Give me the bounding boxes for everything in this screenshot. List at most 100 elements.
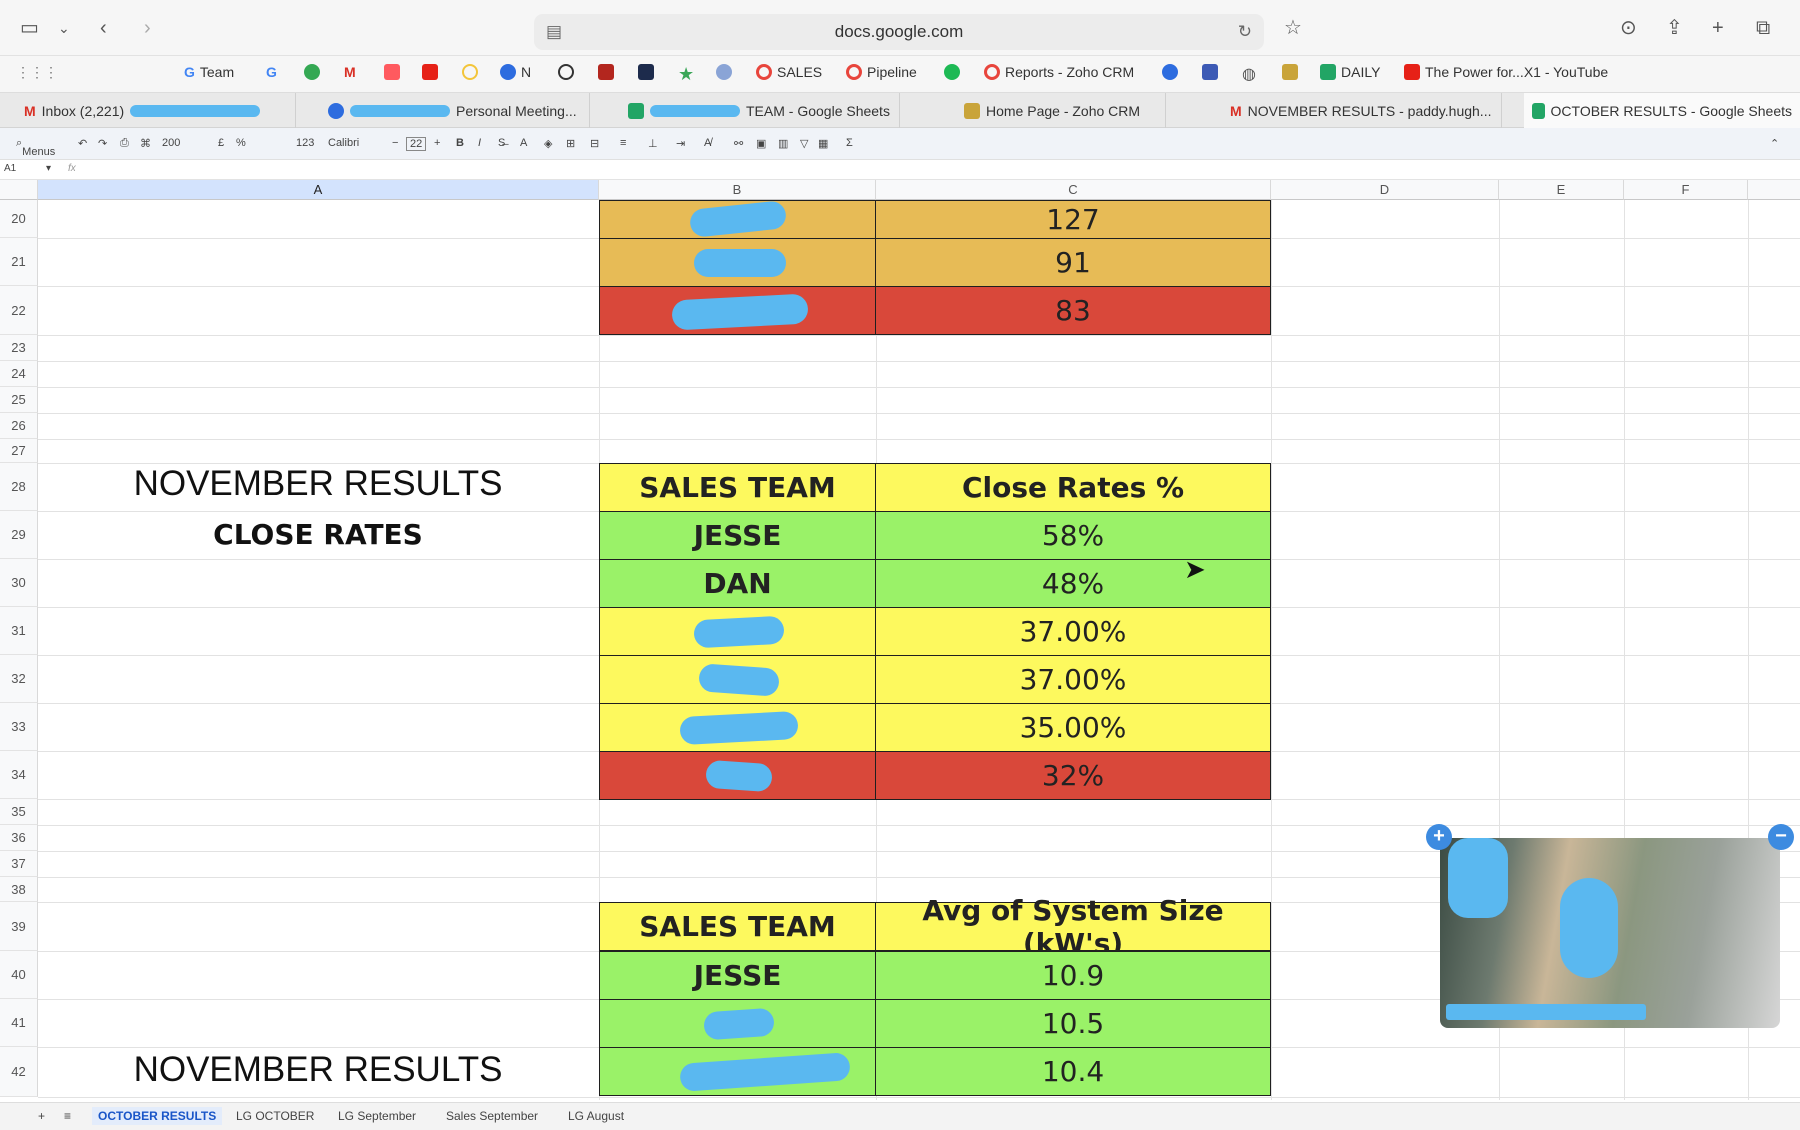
tab-personal-meeting[interactable]: Personal Meeting... <box>320 93 590 128</box>
row-header[interactable]: 23 <box>0 335 38 361</box>
merge-icon[interactable]: ⊟ <box>590 137 599 150</box>
bookmark-youtube-power[interactable]: The Power for...X1 - YouTube <box>1404 64 1608 80</box>
row-header[interactable]: 28 <box>0 463 38 511</box>
system-size-cell[interactable]: 10.9 <box>875 951 1271 1000</box>
address-bar[interactable]: ▤ docs.google.com ↻ <box>534 14 1264 50</box>
team-name-cell[interactable] <box>599 655 876 704</box>
sheet-tab-lg-september[interactable]: LG September <box>338 1109 416 1123</box>
redo-icon[interactable]: ↷ <box>98 137 107 150</box>
reload-icon[interactable]: ↻ <box>1238 14 1252 50</box>
bookmark-pipeline[interactable]: Pipeline <box>846 64 917 80</box>
row-header[interactable]: 22 <box>0 286 38 335</box>
column-header-f[interactable]: F <box>1624 180 1748 200</box>
bookmark-circle[interactable] <box>462 64 478 80</box>
close-rate-cell[interactable]: 32% <box>875 751 1271 800</box>
valign-icon[interactable]: ⊥ <box>648 137 658 150</box>
tab-team-sheets[interactable]: TEAM - Google Sheets <box>620 93 900 128</box>
bookmark-zoom-n[interactable]: N <box>500 64 531 80</box>
bookmark-maps[interactable] <box>304 64 320 80</box>
column-header-g[interactable] <box>1748 180 1800 200</box>
filter-icon[interactable]: ▽ <box>800 137 808 150</box>
percent-button[interactable]: % <box>236 137 246 149</box>
value-cell[interactable]: 127 <box>875 200 1271 239</box>
new-tab-icon[interactable]: + <box>1712 16 1724 40</box>
close-rate-cell[interactable]: 48% <box>875 559 1271 608</box>
bookmark-gmail[interactable]: M <box>344 64 356 80</box>
sidebar-toggle-icon[interactable]: ▭ <box>20 16 39 40</box>
sheet-tab-lg-august[interactable]: LG August <box>568 1109 624 1123</box>
zoom-select[interactable]: 200 <box>162 137 180 149</box>
undo-icon[interactable]: ↶ <box>78 137 87 150</box>
print-icon[interactable]: ⎙ <box>120 137 129 150</box>
tab-zoho-home[interactable]: Home Page - Zoho CRM <box>956 93 1166 128</box>
team-name-cell[interactable] <box>599 1047 876 1096</box>
paint-format-icon[interactable]: ⌘ <box>140 137 151 150</box>
number-format-button[interactable]: 123 <box>296 137 314 149</box>
chevron-down-icon[interactable]: ⌄ <box>58 16 70 40</box>
wrap-icon[interactable]: ⇥ <box>676 137 685 150</box>
collapse-toolbar-icon[interactable]: ⌃ <box>1770 137 1779 150</box>
video-expand-icon[interactable]: + <box>1426 824 1452 850</box>
all-sheets-icon[interactable]: ≡ <box>64 1109 71 1123</box>
bookmark-sales[interactable]: SALES <box>756 64 822 80</box>
row-header[interactable]: 30 <box>0 559 38 607</box>
sheet-tab-october-results[interactable]: OCTOBER RESULTS <box>92 1107 223 1125</box>
text-color-icon[interactable]: A <box>520 137 527 149</box>
team-name-cell[interactable] <box>599 999 876 1048</box>
tab-inbox[interactable]: M Inbox (2,221) <box>16 93 296 128</box>
bookmark-openai[interactable] <box>558 64 574 80</box>
chart-icon[interactable]: ▥ <box>778 137 788 150</box>
value-cell[interactable]: 91 <box>875 238 1271 287</box>
bookmark-cube[interactable] <box>1282 64 1298 80</box>
row-header[interactable]: 29 <box>0 511 38 559</box>
row-header[interactable]: 38 <box>0 877 38 902</box>
column-header-e[interactable]: E <box>1499 180 1624 200</box>
row-header[interactable]: 20 <box>0 200 38 238</box>
column-header-c[interactable]: C <box>876 180 1271 200</box>
row-header[interactable]: 36 <box>0 825 38 851</box>
forward-icon[interactable]: › <box>144 16 151 40</box>
team-name-cell[interactable]: JESSE <box>599 951 876 1000</box>
row-header[interactable]: 34 <box>0 751 38 799</box>
row-header[interactable]: 41 <box>0 999 38 1047</box>
bookmark-toolbox[interactable] <box>598 64 614 80</box>
row-header[interactable]: 26 <box>0 413 38 439</box>
close-rate-cell[interactable]: 37.00% <box>875 607 1271 656</box>
bookmark-youtube[interactable] <box>422 64 438 80</box>
system-size-cell[interactable]: 10.4 <box>875 1047 1271 1096</box>
sheet-tab-sales-september[interactable]: Sales September <box>446 1109 538 1123</box>
star-icon[interactable]: ☆ <box>1284 16 1302 40</box>
row-header[interactable]: 27 <box>0 439 38 463</box>
fill-color-icon[interactable]: ◈ <box>544 137 552 150</box>
increase-font-button[interactable]: + <box>434 137 440 149</box>
rotate-icon[interactable]: A̸ <box>704 137 711 149</box>
team-name-cell[interactable] <box>599 200 876 239</box>
team-name-cell[interactable] <box>599 286 876 335</box>
bookmark-meet[interactable] <box>1202 64 1218 80</box>
bookmark-gear[interactable] <box>716 64 732 80</box>
row-header[interactable]: 25 <box>0 387 38 413</box>
team-name-cell[interactable]: DAN <box>599 559 876 608</box>
font-size-input[interactable]: 22 <box>406 137 427 151</box>
bold-button[interactable]: B <box>456 137 464 149</box>
sheet-tab-lg-october[interactable]: LG OCTOBER <box>236 1109 314 1123</box>
team-name-cell[interactable] <box>599 751 876 800</box>
formula-input[interactable] <box>90 162 1790 178</box>
tab-overview-icon[interactable]: ⧉ <box>1756 16 1770 40</box>
bookmark-reports[interactable]: Reports - Zoho CRM <box>984 64 1134 80</box>
row-header[interactable]: 21 <box>0 238 38 286</box>
video-call-overlay[interactable] <box>1440 838 1780 1028</box>
team-name-cell[interactable] <box>599 238 876 287</box>
currency-button[interactable]: £ <box>218 137 224 149</box>
row-header[interactable]: 35 <box>0 799 38 825</box>
bookmark-zoom[interactable] <box>1162 64 1178 80</box>
decrease-font-button[interactable]: − <box>392 137 398 149</box>
video-minimize-icon[interactable]: − <box>1768 824 1794 850</box>
bookmark-airbnb[interactable] <box>384 64 400 80</box>
row-header[interactable]: 42 <box>0 1047 38 1097</box>
font-select[interactable]: Calibri <box>328 137 359 149</box>
borders-icon[interactable]: ⊞ <box>566 137 575 150</box>
bookmark-google[interactable]: G <box>266 64 277 80</box>
system-size-cell[interactable]: 10.5 <box>875 999 1271 1048</box>
close-rate-cell[interactable]: 35.00% <box>875 703 1271 752</box>
